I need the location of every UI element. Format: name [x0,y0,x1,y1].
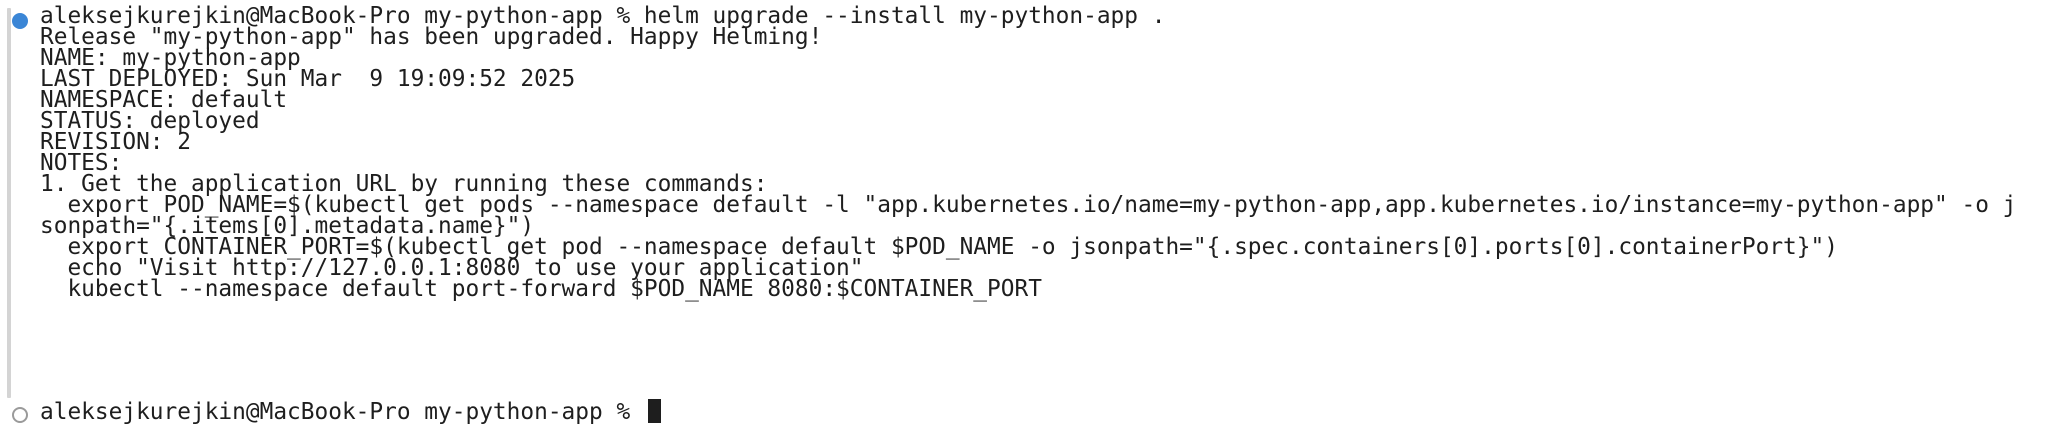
command-block-bar [7,8,11,398]
output-line: kubectl --namespace default port-forward… [40,276,1042,302]
command-mark-icon[interactable] [12,13,28,29]
prompt-mark-icon[interactable] [12,407,28,423]
prompt-text: aleksejkurejkin@MacBook-Pro my-python-ap… [40,399,644,425]
terminal-window[interactable]: aleksejkurejkin@MacBook-Pro my-python-ap… [0,0,2066,426]
prompt-row[interactable]: aleksejkurejkin@MacBook-Pro my-python-ap… [40,398,661,426]
text-cursor [647,399,661,423]
